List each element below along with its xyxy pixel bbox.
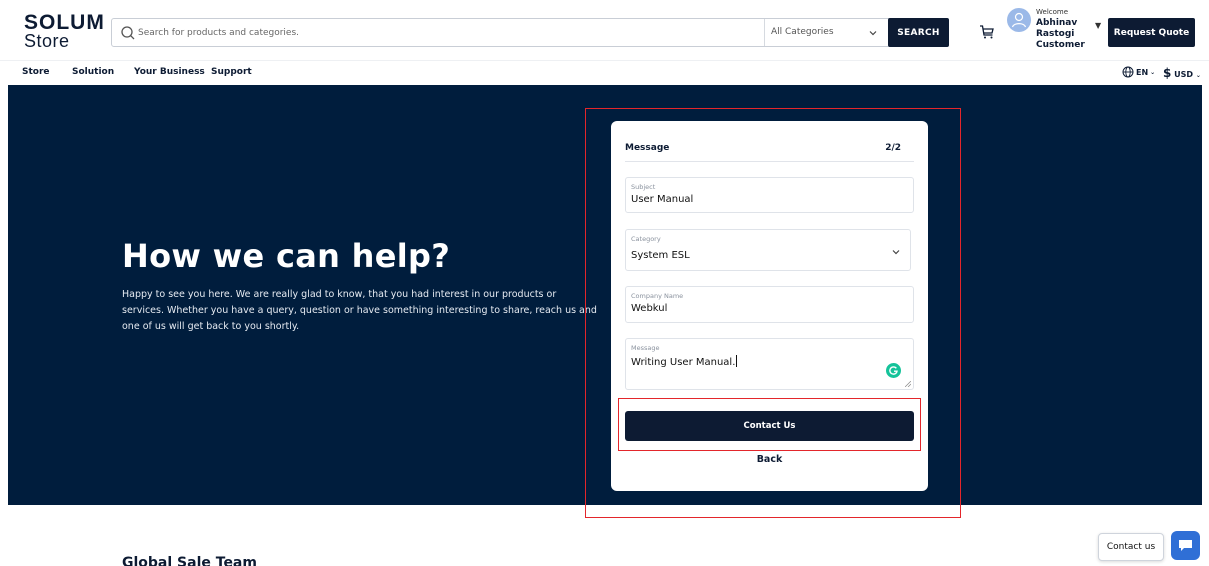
subject-label: Subject xyxy=(631,183,656,191)
category-label: Category xyxy=(631,235,661,243)
chevron-down-icon xyxy=(869,31,877,36)
company-name-field[interactable]: Company Name Webkul xyxy=(625,286,914,323)
global-sale-team-heading: Global Sale Team xyxy=(122,555,257,566)
search-bar: All Categories SEARCH xyxy=(111,18,949,47)
currency-value: USD xyxy=(1174,70,1194,79)
request-quote-button[interactable]: Request Quote xyxy=(1108,18,1195,47)
form-divider xyxy=(625,161,914,162)
hero-section: How we can help? Happy to see you here. … xyxy=(8,85,1202,505)
user-avatar[interactable] xyxy=(1007,8,1031,32)
user-last-name: Rastogi xyxy=(1036,29,1075,39)
message-value: Writing User Manual. xyxy=(631,355,738,368)
contact-form-card: Message 2/2 Subject User Manual Category… xyxy=(611,121,928,491)
currency-chevron-icon: ⌄ xyxy=(1195,72,1201,79)
main-nav: Store Solution Your Business Support EN … xyxy=(0,60,1209,84)
language-value: EN xyxy=(1136,67,1149,77)
text-caret xyxy=(736,355,738,367)
logo-subtitle: Store xyxy=(24,31,70,51)
site-header: SOLUM Store All Categories SEARCH Welcom… xyxy=(0,0,1209,60)
globe-icon xyxy=(1122,66,1134,78)
user-menu[interactable]: Welcome Abhinav Rastogi Customer xyxy=(1036,9,1085,51)
subject-field[interactable]: Subject User Manual xyxy=(625,177,914,213)
nav-item-your-business[interactable]: Your Business xyxy=(134,67,205,77)
currency-selector[interactable]: $ USD ⌄ xyxy=(1163,66,1201,80)
message-label: Message xyxy=(631,344,660,352)
welcome-label: Welcome xyxy=(1036,8,1069,16)
nav-item-store[interactable]: Store xyxy=(22,67,50,77)
language-chevron-icon: ⌄ xyxy=(1150,68,1156,76)
category-value: System ESL xyxy=(631,250,690,261)
hero-description: Happy to see you here. We are really gla… xyxy=(122,289,597,332)
logo-wordmark: SOLUM xyxy=(24,11,105,34)
message-text: Writing User Manual. xyxy=(631,357,736,368)
resize-handle-icon[interactable] xyxy=(905,381,911,387)
language-selector[interactable]: EN ⌄ xyxy=(1122,66,1155,78)
user-first-name: Abhinav xyxy=(1036,18,1078,28)
user-role: Customer xyxy=(1036,40,1085,50)
message-textarea[interactable]: Message Writing User Manual. xyxy=(625,338,914,390)
grammarly-glyph-icon xyxy=(889,366,898,375)
form-step-indicator: 2/2 xyxy=(885,143,901,153)
chat-bubble-icon xyxy=(1179,540,1192,551)
user-icon xyxy=(1011,12,1027,28)
nav-item-support[interactable]: Support xyxy=(211,67,252,77)
category-select[interactable]: All Categories xyxy=(764,19,888,46)
subject-value: User Manual xyxy=(631,194,694,205)
company-name-label: Company Name xyxy=(631,292,684,300)
category-select-value: All Categories xyxy=(771,27,834,37)
user-menu-chevron-icon[interactable]: ▼ xyxy=(1095,21,1101,30)
chevron-down-icon xyxy=(892,250,900,255)
search-input[interactable] xyxy=(138,19,758,46)
hero-title: How we can help? xyxy=(122,237,451,275)
solum-store-logo[interactable]: SOLUM Store xyxy=(24,12,105,50)
grammarly-icon[interactable] xyxy=(886,363,901,378)
back-link[interactable]: Back xyxy=(611,454,928,465)
nav-item-solution[interactable]: Solution xyxy=(72,67,114,77)
search-icon xyxy=(121,26,135,40)
chat-launcher-button[interactable] xyxy=(1171,531,1200,560)
form-title: Message xyxy=(625,143,670,153)
company-name-value: Webkul xyxy=(631,303,668,314)
cart-icon[interactable] xyxy=(979,24,995,40)
search-button[interactable]: SEARCH xyxy=(888,18,949,47)
contact-us-button[interactable]: Contact Us xyxy=(625,411,914,441)
contact-us-chat-label[interactable]: Contact us xyxy=(1098,533,1164,561)
category-dropdown[interactable]: Category System ESL xyxy=(625,229,911,271)
currency-symbol: $ xyxy=(1163,66,1172,80)
